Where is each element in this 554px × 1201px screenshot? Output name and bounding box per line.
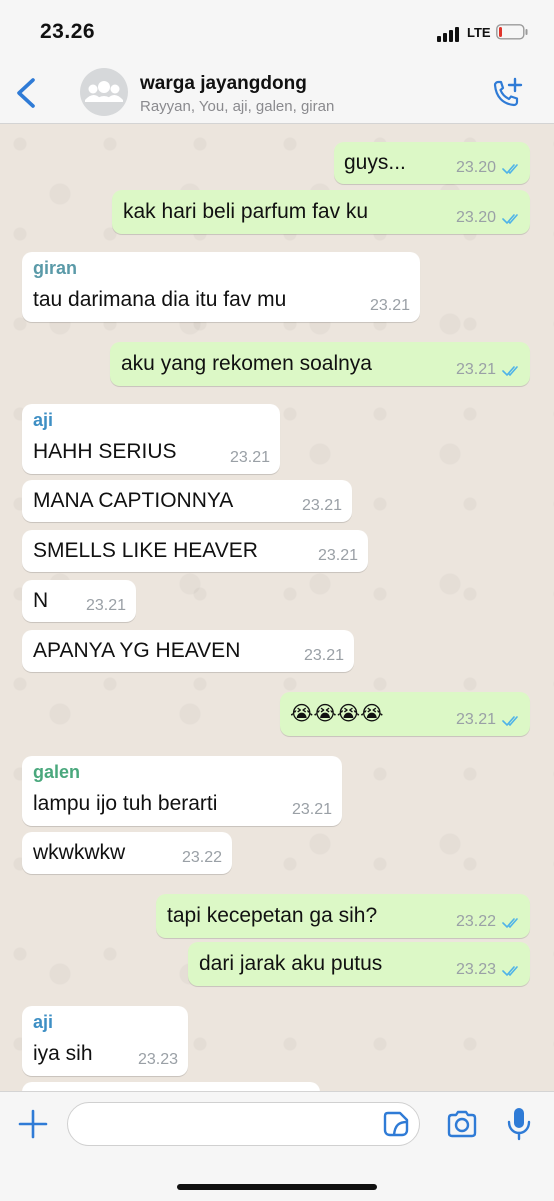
- message-text: aku yang rekomen soalnya: [121, 352, 372, 375]
- message-bubble-in[interactable]: MANA CAPTIONNYA 23.21: [22, 480, 352, 522]
- message-text: SMELLS LIKE HEAVER: [33, 539, 258, 562]
- read-ticks-icon: [502, 214, 518, 225]
- message-text: tapi kecepetan ga sih?: [167, 904, 378, 927]
- message-text: MANA CAPTIONNYA: [33, 489, 234, 512]
- plus-icon[interactable]: [17, 1108, 49, 1140]
- message-bubble-out[interactable]: 😭😭😭😭 23.21: [280, 692, 530, 736]
- message-bubble-in[interactable]: APANYA YG HEAVEN 23.21: [22, 630, 354, 672]
- message-time: 23.21: [369, 297, 410, 314]
- message-text: wkwkwkw: [33, 841, 126, 864]
- message-bubble-in[interactable]: aji iya sih 23.23: [22, 1006, 188, 1076]
- home-indicator[interactable]: [177, 1184, 377, 1190]
- message-bubble-partial[interactable]: [22, 1082, 320, 1091]
- message-time: 23.21: [455, 711, 496, 728]
- message-input-bar: [0, 1091, 554, 1201]
- read-ticks-icon: [502, 918, 518, 929]
- add-call-icon[interactable]: [488, 76, 524, 112]
- battery-icon: [496, 24, 528, 40]
- message-bubble-out[interactable]: kak hari beli parfum fav ku 23.20: [112, 190, 530, 234]
- message-time: 23.21: [301, 497, 342, 514]
- message-sender[interactable]: aji: [33, 410, 53, 431]
- message-text: tau darimana dia itu fav mu: [33, 288, 287, 311]
- message-time: 23.21: [229, 449, 270, 466]
- message-time: 23.23: [137, 1051, 178, 1068]
- message-input[interactable]: [67, 1102, 420, 1146]
- message-text: lampu ijo tuh berarti: [33, 792, 218, 815]
- message-bubble-out[interactable]: aku yang rekomen soalnya 23.21: [110, 342, 530, 386]
- message-time: 23.21: [303, 647, 344, 664]
- read-ticks-icon: [502, 366, 518, 377]
- message-bubble-in[interactable]: N 23.21: [22, 580, 136, 622]
- message-text: iya sih: [33, 1042, 93, 1065]
- message-bubble-in[interactable]: galen lampu ijo tuh berarti 23.21: [22, 756, 342, 826]
- message-time: 23.22: [181, 849, 222, 866]
- chevron-left-icon[interactable]: [12, 76, 42, 110]
- chat-title[interactable]: warga jayangdong: [140, 73, 307, 95]
- message-text: APANYA YG HEAVEN: [33, 639, 241, 662]
- message-time: 23.21: [317, 547, 358, 564]
- message-text: 😭😭😭😭: [290, 703, 384, 725]
- message-sender[interactable]: giran: [33, 258, 77, 279]
- message-text: guys...: [344, 151, 406, 174]
- chat-participants[interactable]: Rayyan, You, aji, galen, giran: [140, 98, 334, 115]
- message-time: 23.21: [85, 597, 126, 614]
- message-sender[interactable]: aji: [33, 1012, 53, 1033]
- chat-area[interactable]: guys... 23.20 kak hari beli parfum fav k…: [0, 124, 554, 1091]
- message-bubble-in[interactable]: wkwkwkw 23.22: [22, 832, 232, 874]
- read-ticks-icon: [502, 716, 518, 727]
- message-text: N: [33, 589, 49, 612]
- signal-icon: [437, 26, 463, 42]
- read-ticks-icon: [502, 164, 518, 175]
- message-bubble-in[interactable]: aji HAHH SERIUS 23.21: [22, 404, 280, 474]
- message-sender[interactable]: galen: [33, 762, 80, 783]
- message-bubble-out[interactable]: dari jarak aku putus 23.23: [188, 942, 530, 986]
- message-text: dari jarak aku putus: [199, 952, 383, 975]
- chat-header: warga jayangdong Rayyan, You, aji, galen…: [0, 62, 554, 124]
- message-text: kak hari beli parfum fav ku: [123, 200, 369, 223]
- message-time: 23.21: [455, 361, 496, 378]
- status-bar: 23.26 LTE: [0, 0, 554, 62]
- message-text: HAHH SERIUS: [33, 440, 177, 463]
- message-time: 23.22: [455, 913, 496, 930]
- message-bubble-out[interactable]: tapi kecepetan ga sih? 23.22: [156, 894, 530, 938]
- message-time: 23.23: [455, 961, 496, 978]
- message-time: 23.21: [291, 801, 332, 818]
- status-time: 23.26: [40, 20, 96, 43]
- message-time: 23.20: [455, 159, 496, 176]
- read-ticks-icon: [502, 966, 518, 977]
- group-avatar-icon[interactable]: [80, 68, 128, 116]
- mic-icon[interactable]: [506, 1106, 532, 1142]
- message-time: 23.20: [455, 209, 496, 226]
- message-bubble-in[interactable]: SMELLS LIKE HEAVER 23.21: [22, 530, 368, 572]
- message-bubble-out[interactable]: guys... 23.20: [334, 142, 530, 184]
- network-label: LTE: [467, 25, 491, 40]
- camera-icon[interactable]: [446, 1109, 478, 1139]
- message-bubble-in[interactable]: giran tau darimana dia itu fav mu 23.21: [22, 252, 420, 322]
- sticker-icon[interactable]: [383, 1111, 409, 1137]
